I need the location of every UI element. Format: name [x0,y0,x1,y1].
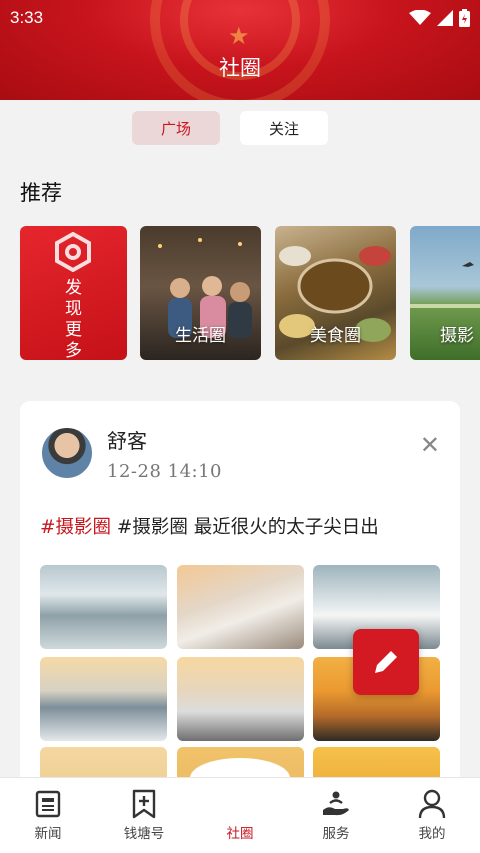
food-circle-label: 美食圈 [310,326,361,346]
user-icon [418,789,446,819]
signal-icon [437,10,453,26]
bookmark-plus-icon [132,789,156,819]
post-author[interactable]: 舒客 [107,425,147,454]
life-circle-label: 生活圈 [175,326,226,346]
hexagon-icon [55,232,91,272]
post-text: #摄影圈 #摄影圈 最近很火的太子尖日出 [40,513,379,539]
compose-post-button[interactable] [353,629,419,695]
post-body: #摄影圈 最近很火的太子尖日出 [111,517,379,538]
battery-icon [459,9,470,27]
post-time: 12-28 14:10 [107,461,222,482]
tab-following[interactable]: 关注 [240,111,328,145]
food-circle-card[interactable]: 美食圈 [275,226,396,360]
pencil-icon [375,651,397,673]
tab-square[interactable]: 广场 [132,111,220,145]
nav-community[interactable]: 社圈 [200,822,280,842]
discover-more-card[interactable]: 发 现 更 多 [20,226,127,360]
status-time: 3:33 [10,8,44,27]
bottom-nav: 新闻 钱塘号 社圈 服务 我的 [0,777,480,853]
topic-link[interactable]: #摄影圈 [40,517,111,538]
photo-circle-label: 摄影 [440,326,474,346]
nav-mine[interactable]: 我的 [392,788,472,842]
hand-service-icon [323,791,349,816]
nav-mine-label: 我的 [418,826,446,842]
nav-service-label: 服务 [322,826,350,842]
nav-community-label: 社圈 [226,826,254,842]
post-image[interactable] [177,657,304,741]
nav-qiantang[interactable]: 钱塘号 [104,788,184,842]
app-header: ★ 3:33 社圈 [0,0,480,100]
page-title: 社圈 [219,56,261,80]
photo-circle-card[interactable]: 摄影 [410,226,480,360]
post-image[interactable] [40,657,167,741]
newspaper-icon [35,790,61,818]
nav-qiantang-label: 钱塘号 [123,826,165,842]
post-image[interactable] [40,565,167,649]
wifi-icon [409,10,431,25]
status-bar: 3:33 [10,6,470,30]
recommend-title: 推荐 [20,181,62,205]
nav-news-label: 新闻 [34,826,62,842]
nav-service[interactable]: 服务 [296,788,376,842]
life-circle-card[interactable]: 生活圈 [140,226,261,360]
discover-more-label: 发 现 更 多 [65,278,82,360]
close-icon[interactable]: ✕ [420,431,440,459]
avatar[interactable] [40,426,94,480]
nav-news[interactable]: 新闻 [8,788,88,842]
post-image[interactable] [177,565,304,649]
